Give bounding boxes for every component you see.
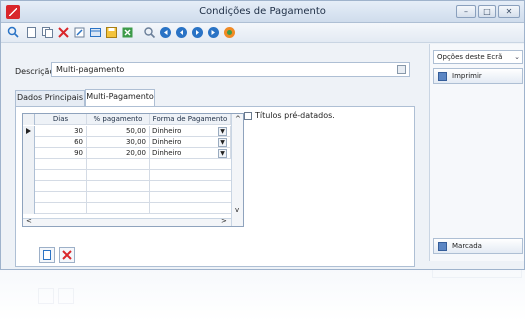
cell-empty[interactable] (35, 159, 87, 170)
close-button[interactable]: ✕ (498, 5, 520, 18)
cell-empty[interactable] (87, 159, 150, 170)
cell-empty[interactable] (87, 170, 150, 181)
table-row[interactable]: 30 50,00 Dinheiro ▼ (23, 126, 231, 137)
table-row[interactable]: 60 30,00 Dinheiro ▼ (23, 137, 231, 148)
delete-row-button[interactable] (59, 247, 75, 263)
cell-pagamento[interactable]: 50,00 (87, 126, 150, 137)
titulos-label: Títulos pré-datados. (255, 111, 335, 120)
table-row[interactable] (23, 203, 231, 214)
cell-empty[interactable] (35, 192, 87, 203)
row-indicator (23, 170, 35, 181)
print-label: Imprimir (452, 72, 482, 80)
row-indicator (23, 203, 35, 214)
reflected-delete-icon (58, 288, 74, 304)
title-bar: Condições de Pagamento – □ ✕ (1, 1, 524, 23)
row-indicator (23, 159, 35, 170)
cell-empty[interactable] (35, 170, 87, 181)
marcada-icon (438, 242, 447, 251)
reflected-marcada-button (432, 270, 522, 278)
view-icon[interactable] (89, 26, 102, 39)
cell-dias[interactable]: 60 (35, 137, 87, 148)
minimize-button[interactable]: – (456, 5, 476, 18)
description-label: Descrição (15, 67, 55, 76)
new-row-icon (43, 250, 51, 260)
copy-icon[interactable] (41, 26, 54, 39)
print-button[interactable]: Imprimir (433, 68, 523, 84)
new-icon[interactable] (25, 26, 38, 39)
payment-grid[interactable]: Dias % pagamento Forma de Pagamento 30 5… (22, 113, 244, 227)
export-icon[interactable] (121, 26, 134, 39)
description-value: Multi-pagamento (56, 65, 125, 74)
chevron-down-icon[interactable]: ▼ (218, 138, 227, 147)
print-icon (438, 72, 447, 81)
next-icon[interactable] (191, 26, 204, 39)
row-indicator-header (23, 114, 35, 125)
toolbar (1, 23, 524, 43)
chevron-down-icon[interactable]: ▼ (218, 149, 227, 158)
row-indicator (23, 192, 35, 203)
scroll-up-icon[interactable]: ^ (235, 115, 241, 123)
table-row[interactable]: 90 20,00 Dinheiro ▼ (23, 148, 231, 159)
horizontal-scrollbar[interactable]: < > (23, 217, 231, 226)
tab-dados-principais[interactable]: Dados Principais (15, 90, 85, 106)
cell-pagamento[interactable]: 20,00 (87, 148, 150, 159)
table-row[interactable] (23, 192, 231, 203)
vertical-scrollbar[interactable]: ^ v (231, 114, 243, 226)
row-indicator (23, 148, 35, 159)
side-panel: Opções deste Ecrã ⌄ Imprimir Marcada (429, 44, 524, 261)
titulos-checkbox[interactable] (244, 111, 252, 120)
cell-empty[interactable] (87, 181, 150, 192)
table-row[interactable] (23, 181, 231, 192)
table-row[interactable] (23, 159, 231, 170)
row-indicator (23, 181, 35, 192)
refresh-icon[interactable] (223, 26, 236, 39)
titulos-pre-datados[interactable]: Títulos pré-datados. (244, 111, 335, 120)
chevron-down-icon[interactable]: ⌄ (514, 51, 520, 63)
tab-multi-pagamento[interactable]: Multi-Pagamento (85, 89, 155, 106)
cell-empty[interactable] (87, 192, 150, 203)
prev-icon[interactable] (175, 26, 188, 39)
cell-dias[interactable]: 30 (35, 126, 87, 137)
add-row-button[interactable] (39, 247, 55, 263)
col-dias[interactable]: Dias (35, 114, 87, 125)
scroll-down-icon[interactable]: v (235, 206, 239, 214)
row-indicator (23, 137, 35, 148)
grid-header: Dias % pagamento Forma de Pagamento (23, 114, 231, 125)
description-input[interactable]: Multi-pagamento (51, 62, 410, 77)
save-icon[interactable] (105, 26, 118, 39)
cell-empty[interactable] (87, 203, 150, 214)
scroll-right-icon[interactable]: > (221, 217, 227, 225)
marcada-label: Marcada (452, 242, 482, 250)
screen-options-label: Opções deste Ecrã (437, 53, 503, 61)
screen-options-dropdown[interactable]: Opções deste Ecrã ⌄ (433, 50, 523, 64)
cell-dias[interactable]: 90 (35, 148, 87, 159)
marcada-button[interactable]: Marcada (433, 238, 523, 254)
first-icon[interactable] (159, 26, 172, 39)
table-row[interactable] (23, 170, 231, 181)
cell-empty[interactable] (35, 181, 87, 192)
edit-icon[interactable] (73, 26, 86, 39)
row-indicator (23, 126, 35, 137)
delete-icon[interactable] (57, 26, 70, 39)
last-icon[interactable] (207, 26, 220, 39)
col-pagamento[interactable]: % pagamento (87, 114, 150, 125)
preview-icon[interactable] (143, 26, 156, 39)
window-reflection (0, 270, 525, 321)
cell-pagamento[interactable]: 30,00 (87, 137, 150, 148)
col-forma-pagamento[interactable]: Forma de Pagamento (150, 114, 231, 125)
scroll-left-icon[interactable]: < (26, 217, 32, 225)
main-window: Condições de Pagamento – □ ✕ Descrição M… (0, 0, 525, 270)
window-title: Condições de Pagamento (199, 6, 326, 17)
chevron-down-icon[interactable]: ▼ (218, 127, 227, 136)
delete-row-icon (62, 250, 72, 260)
search-icon[interactable] (7, 26, 20, 39)
cell-empty[interactable] (35, 203, 87, 214)
maximize-button[interactable]: □ (478, 5, 496, 18)
lookup-icon[interactable] (397, 65, 406, 74)
reflected-add-icon (38, 288, 54, 304)
